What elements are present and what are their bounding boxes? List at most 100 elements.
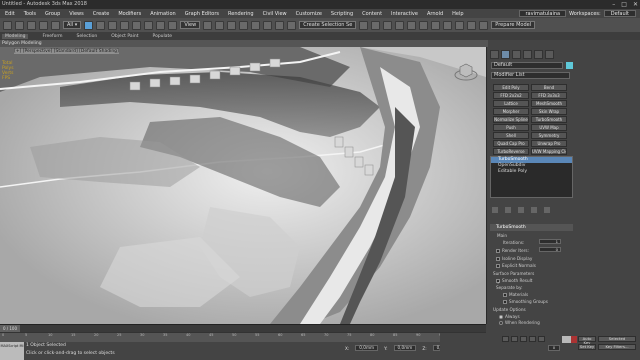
render-iters-spinner[interactable]: 0 xyxy=(539,247,561,252)
modifier-button[interactable]: Normalize Spline xyxy=(493,116,529,123)
modifier-button[interactable]: TurboSmooth xyxy=(531,116,567,123)
auto-key-button[interactable]: Auto Key xyxy=(578,336,596,345)
unlink-icon[interactable] xyxy=(39,20,48,30)
menu-views[interactable]: Views xyxy=(69,11,83,17)
play-icon[interactable] xyxy=(520,336,527,342)
key-filters-button[interactable]: Key Filters... xyxy=(598,344,636,350)
auto-key-indicator[interactable] xyxy=(571,336,577,343)
modifier-button[interactable]: Skin Wrap xyxy=(531,108,567,115)
menu-arnold[interactable]: Arnold xyxy=(427,11,443,17)
menu-create[interactable]: Create xyxy=(93,11,110,17)
previous-frame-icon[interactable] xyxy=(511,336,518,342)
maxscript-listener[interactable]: MAXScript Mi xyxy=(0,342,24,360)
y-coordinate-field[interactable]: 0,0mm xyxy=(393,345,417,351)
layer-explorer-icon[interactable] xyxy=(383,20,393,30)
modifier-button[interactable]: FFD 3x3x3 xyxy=(531,92,567,99)
tab-modeling[interactable]: Modeling xyxy=(2,33,29,39)
curve-editor-icon[interactable] xyxy=(407,20,417,30)
material-editor-icon[interactable] xyxy=(431,20,441,30)
align-icon[interactable] xyxy=(371,20,381,30)
tab-freeform[interactable]: Freeform xyxy=(42,34,62,39)
edit-named-selection-icon[interactable] xyxy=(287,20,297,30)
set-key-icon[interactable] xyxy=(562,336,571,343)
menu-modifiers[interactable]: Modifiers xyxy=(118,11,141,17)
viewport-label[interactable]: [+] [Perspective] [Standard] [Default Sh… xyxy=(14,49,119,54)
a360-icon[interactable] xyxy=(479,20,489,30)
close-button[interactable]: ✕ xyxy=(633,0,638,9)
tab-object-paint[interactable]: Object Paint xyxy=(111,34,138,39)
render-setup-icon[interactable] xyxy=(443,20,453,30)
mirror-icon[interactable] xyxy=(359,20,369,30)
menu-scripting[interactable]: Scripting xyxy=(331,11,353,17)
select-manipulate-icon[interactable] xyxy=(215,20,225,30)
percent-snap-icon[interactable] xyxy=(263,20,273,30)
snaps-toggle-icon[interactable] xyxy=(239,20,249,30)
redo-icon[interactable] xyxy=(15,20,24,30)
tab-selection[interactable]: Selection xyxy=(77,34,98,39)
configure-modifier-sets-icon[interactable] xyxy=(544,207,550,213)
prepare-model-button[interactable]: Prepare Model xyxy=(491,21,536,29)
explicit-normals-checkbox[interactable] xyxy=(496,264,500,268)
always-radio[interactable] xyxy=(499,315,503,319)
menu-help[interactable]: Help xyxy=(452,11,463,17)
menu-edit[interactable]: Edit xyxy=(5,11,15,17)
create-tab-icon[interactable] xyxy=(490,50,499,59)
next-frame-icon[interactable] xyxy=(529,336,536,342)
time-slider[interactable]: 0 / 100 xyxy=(0,324,486,333)
current-frame-field[interactable]: 0 xyxy=(548,345,560,351)
pin-stack-icon[interactable] xyxy=(492,207,498,213)
selection-filter-dropdown[interactable]: All ▾ xyxy=(63,21,82,29)
user-account[interactable]: ravimatulaina xyxy=(519,10,567,17)
utilities-tab-icon[interactable] xyxy=(545,50,554,59)
key-mode-dropdown[interactable]: Selected xyxy=(598,336,636,342)
undo-icon[interactable] xyxy=(3,20,12,30)
isoline-checkbox[interactable] xyxy=(496,257,500,261)
menu-interactive[interactable]: Interactive xyxy=(391,11,418,17)
schematic-view-icon[interactable] xyxy=(419,20,429,30)
modifier-button[interactable]: Lattice xyxy=(493,100,529,107)
named-selection-set-dropdown[interactable]: Create Selection Se xyxy=(299,21,357,29)
modifier-button[interactable]: MeshSmooth xyxy=(531,100,567,107)
render-iters-checkbox[interactable] xyxy=(496,249,500,253)
menu-content[interactable]: Content xyxy=(362,11,382,17)
modifier-button[interactable]: Quad Cap Pro xyxy=(493,140,529,147)
hierarchy-tab-icon[interactable] xyxy=(512,50,521,59)
modifier-button[interactable]: Push xyxy=(493,124,529,131)
x-coordinate-field[interactable]: 0,0mm xyxy=(355,345,379,351)
minimize-button[interactable]: – xyxy=(612,0,615,9)
keyboard-shortcut-icon[interactable] xyxy=(227,20,237,30)
tab-populate[interactable]: Populate xyxy=(153,34,173,39)
object-color-swatch[interactable] xyxy=(566,62,573,69)
perspective-viewport[interactable]: [+] [Perspective] [Standard] [Default Sh… xyxy=(0,47,486,324)
select-by-name-icon[interactable] xyxy=(96,20,106,30)
set-key-button[interactable]: Set Key xyxy=(578,344,596,350)
rectangular-selection-icon[interactable] xyxy=(108,20,118,30)
modifier-list-dropdown[interactable]: Modifier List xyxy=(491,72,570,79)
when-rendering-radio[interactable] xyxy=(499,321,503,325)
turbosmooth-rollout-header[interactable]: TurboSmooth xyxy=(490,224,573,231)
make-unique-icon[interactable] xyxy=(518,207,524,213)
display-tab-icon[interactable] xyxy=(534,50,543,59)
materials-checkbox[interactable] xyxy=(503,293,507,297)
modifier-button[interactable]: Morpher xyxy=(493,108,529,115)
rendered-frame-icon[interactable] xyxy=(455,20,465,30)
reference-coordinate-dropdown[interactable]: View xyxy=(180,21,201,29)
track-bar[interactable]: 0 5 10 15 20 25 30 35 40 45 50 55 60 65 … xyxy=(0,332,486,342)
object-name-field[interactable]: Default xyxy=(491,62,563,69)
menu-tools[interactable]: Tools xyxy=(24,11,36,17)
window-crossing-icon[interactable] xyxy=(120,20,130,30)
modifier-button[interactable]: Symmetry xyxy=(531,132,567,139)
spinner-snap-icon[interactable] xyxy=(275,20,285,30)
maximize-button[interactable]: □ xyxy=(621,0,627,9)
menu-rendering[interactable]: Rendering xyxy=(228,11,254,17)
modifier-button[interactable]: UVW Map xyxy=(531,124,567,131)
link-icon[interactable] xyxy=(27,20,36,30)
rotate-icon[interactable] xyxy=(144,20,154,30)
modify-tab-icon[interactable] xyxy=(501,50,510,59)
move-icon[interactable] xyxy=(132,20,142,30)
modifier-button[interactable]: Shell xyxy=(493,132,529,139)
menu-graph-editors[interactable]: Graph Editors xyxy=(185,11,219,17)
workspace-dropdown[interactable]: Default xyxy=(603,10,636,17)
place-icon[interactable] xyxy=(168,20,178,30)
viewcube-icon[interactable] xyxy=(454,59,478,83)
